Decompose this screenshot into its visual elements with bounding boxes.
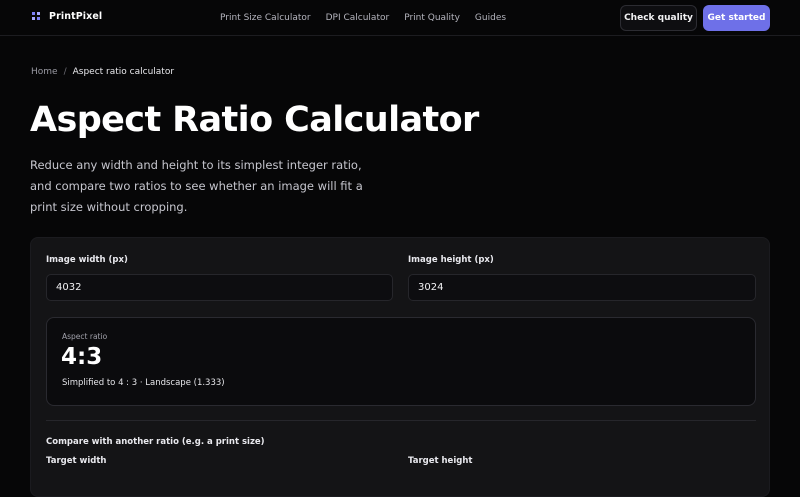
page-description: Reduce any width and height to its simpl… — [30, 158, 363, 214]
get-started-button[interactable]: Get started — [703, 5, 770, 31]
breadcrumb-separator: / — [63, 67, 67, 77]
image-height-input[interactable] — [408, 274, 756, 301]
page-title: Aspect Ratio Calculator — [30, 100, 479, 140]
check-quality-button[interactable]: Check quality — [620, 5, 697, 31]
result-label: Aspect ratio — [62, 332, 108, 341]
target-width-label: Target width — [46, 456, 107, 466]
result-detail: Simplified to 4 : 3 · Landscape (1.333) — [62, 378, 225, 388]
image-width-label: Image width (px) — [46, 255, 128, 265]
result-ratio: 4:3 — [61, 344, 103, 370]
nav-links: Print Size Calculator DPI Calculator Pri… — [220, 13, 521, 23]
nav-link-print-quality[interactable]: Print Quality — [404, 13, 460, 23]
breadcrumb-current: Aspect ratio calculator — [72, 67, 175, 77]
compare-section-title: Compare with another ratio (e.g. a print… — [46, 437, 265, 447]
image-height-label: Image height (px) — [408, 255, 494, 265]
image-width-input[interactable] — [46, 274, 393, 301]
breadcrumb: Home / Aspect ratio calculator — [31, 67, 174, 77]
breadcrumb-home-link[interactable]: Home — [31, 67, 58, 77]
target-height-label: Target height — [408, 456, 473, 466]
nav-link-guides[interactable]: Guides — [475, 13, 506, 23]
calculator-card: Image width (px) Image height (px) Aspec… — [30, 237, 770, 497]
section-divider — [46, 420, 756, 421]
nav-link-dpi-calculator[interactable]: DPI Calculator — [326, 13, 390, 23]
brand-name: PrintPixel — [49, 11, 103, 22]
aspect-ratio-result: Aspect ratio 4:3 Simplified to 4 : 3 · L… — [46, 317, 756, 406]
brand-logo[interactable]: PrintPixel — [32, 11, 102, 22]
top-navbar: PrintPixel Print Size Calculator DPI Cal… — [0, 0, 800, 36]
nav-link-print-size-calculator[interactable]: Print Size Calculator — [220, 13, 311, 23]
logo-grid-icon — [32, 12, 41, 21]
